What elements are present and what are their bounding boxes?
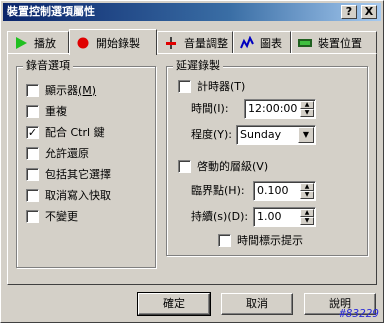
title-bar: 裝置控制選項屬性 ? X [3, 3, 381, 21]
delayed-recording-legend: 延遲錄製 [173, 59, 223, 73]
tab-device-label: 裝置位置 [318, 36, 362, 50]
spin-up-icon[interactable]: ▲ [300, 183, 314, 191]
threshold-spinner[interactable]: 0.100 ▲ ▼ [253, 181, 316, 201]
threshold-hotkey: (H): [224, 184, 245, 197]
checkbox[interactable] [178, 159, 191, 173]
tab-record[interactable]: 開始錄製 [69, 29, 157, 55]
spin-up-icon[interactable]: ▲ [300, 209, 314, 217]
chart-icon [240, 35, 254, 50]
time-value: 12:00:00 [248, 102, 298, 115]
tab-play-label: 播放 [34, 36, 56, 50]
checkbox-ctrl-key[interactable]: ✓ 配合 Ctrl 鍵 [26, 124, 105, 140]
checkbox-label: 允許還原 [45, 147, 89, 160]
timer-hotkey: (T) [230, 79, 246, 93]
time-spinner[interactable]: 12:00:00 ▲ ▼ [244, 99, 316, 119]
show-time-label: 時間標示提示 [237, 234, 303, 247]
checkbox-threshold-level[interactable]: 啓動的層級 (V) [178, 158, 268, 174]
degree-dropdown[interactable]: Sunday ▼ [236, 125, 316, 145]
time-label: 時間(I): [191, 102, 229, 116]
tab-chart-label: 圖表 [260, 36, 282, 50]
close-button[interactable]: X [361, 5, 377, 19]
spin-down-icon[interactable]: ▼ [300, 217, 314, 225]
checkbox-label: 包括其它選擇 [45, 168, 111, 181]
tab-record-label: 開始錄製 [96, 36, 140, 50]
tab-volume-label: 音量調整 [184, 36, 228, 50]
cancel-button[interactable]: 取消 [221, 293, 293, 315]
checkbox[interactable] [178, 79, 191, 93]
checkbox-checked[interactable]: ✓ [26, 125, 39, 139]
window-title: 裝置控制選項屬性 [7, 5, 95, 18]
checkbox-no-change[interactable]: 不變更 [26, 208, 78, 224]
checkbox[interactable] [26, 83, 39, 97]
help-title-button[interactable]: ? [341, 5, 357, 19]
degree-label: 程度(Y): [191, 128, 232, 142]
checkbox-monitor[interactable]: 顯示器 (M) [26, 82, 96, 98]
checkbox-time-display[interactable]: 時間標示提示 [218, 232, 303, 248]
checkbox-disable-write-cache[interactable]: 取消寫入快取 [26, 187, 111, 203]
duration-label-text: 持續 [191, 210, 213, 223]
checkbox-label: 重複 [45, 105, 67, 118]
spin-up-icon[interactable]: ▲ [300, 101, 314, 109]
checkbox-label: 配合 Ctrl 鍵 [45, 126, 105, 139]
ok-button[interactable]: 確定 [137, 292, 211, 316]
tab-panel: 錄音選項 顯示器 (M) 重複 ✓ 配合 Ctrl 鍵 允許還原 包括其它選擇 … [7, 53, 377, 285]
checkbox-include-others[interactable]: 包括其它選擇 [26, 166, 111, 182]
threshold-label-text: 臨界點 [191, 184, 224, 197]
record-icon [76, 36, 90, 50]
spin-down-icon[interactable]: ▼ [300, 109, 314, 117]
checkbox-label: 顯示器 [45, 84, 78, 97]
checkbox[interactable] [218, 233, 231, 247]
checkbox[interactable] [26, 146, 39, 160]
duration-label: 持續(s)(D): [191, 210, 248, 224]
checkbox-label: 不變更 [45, 210, 78, 223]
threshold-check-hotkey: (V) [252, 159, 269, 173]
tab-chart[interactable]: 圖表 [233, 31, 291, 53]
device-icon [298, 36, 312, 50]
spinner-buttons[interactable]: ▲ ▼ [300, 209, 314, 225]
checkbox-repeat[interactable]: 重複 [26, 103, 67, 119]
spinner-buttons[interactable]: ▲ ▼ [300, 183, 314, 199]
time-label-text: 時間 [191, 102, 213, 115]
checkbox[interactable] [26, 167, 39, 181]
duration-hotkey: (s)(D): [213, 210, 249, 223]
threshold-label: 臨界點(H): [191, 184, 245, 198]
duration-spinner[interactable]: 1.00 ▲ ▼ [253, 207, 316, 227]
spinner-buttons[interactable]: ▲ ▼ [300, 101, 314, 117]
chevron-down-icon[interactable]: ▼ [298, 127, 314, 143]
degree-value: Sunday [240, 128, 282, 141]
time-hotkey: (I): [213, 102, 229, 115]
duration-value: 1.00 [257, 210, 282, 223]
spin-down-icon[interactable]: ▼ [300, 191, 314, 199]
tab-volume[interactable]: 音量調整 [157, 31, 233, 53]
checkbox[interactable] [26, 209, 39, 223]
timer-label: 計時器 [197, 80, 230, 93]
checkbox-timer[interactable]: 計時器 (T) [178, 78, 245, 94]
recording-options-legend: 錄音選項 [23, 59, 73, 73]
degree-hotkey: (Y): [213, 128, 233, 141]
threshold-check-label: 啓動的層級 [197, 160, 252, 173]
checkbox[interactable] [26, 188, 39, 202]
play-icon [14, 36, 28, 50]
watermark-text: #83229 [339, 307, 379, 320]
properties-dialog: 裝置控制選項屬性 ? X 播放 開始錄製 音量調整 圖表 裝置位置 錄音選項 顯… [0, 0, 384, 323]
tab-device[interactable]: 裝置位置 [291, 31, 377, 53]
degree-label-text: 程度 [191, 128, 213, 141]
hotkey-label: (M) [78, 83, 97, 97]
volume-icon [164, 36, 178, 50]
checkbox-allow-undo[interactable]: 允許還原 [26, 145, 89, 161]
tab-play[interactable]: 播放 [7, 31, 69, 53]
checkbox[interactable] [26, 104, 39, 118]
checkbox-label: 取消寫入快取 [45, 189, 111, 202]
threshold-value: 0.100 [257, 184, 289, 197]
tab-strip: 播放 開始錄製 音量調整 圖表 裝置位置 [7, 29, 377, 55]
